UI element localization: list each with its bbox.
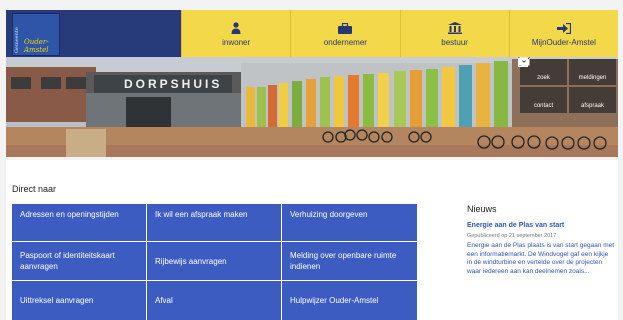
news-heading: Nieuws xyxy=(467,204,497,214)
news-item-title[interactable]: Energie aan de Plas van start xyxy=(467,222,564,229)
nav-label: bestuur xyxy=(441,38,468,47)
login-icon xyxy=(556,20,571,34)
direct-link[interactable]: Uittreksel aanvragen xyxy=(12,281,146,320)
quick-label: contact xyxy=(533,103,554,109)
direct-link[interactable]: Hulpwijzer Ouder-Amstel xyxy=(282,281,417,320)
direct-link[interactable]: Verhuizing doorgeven xyxy=(282,204,417,241)
direct-link[interactable]: Rijbewijs aanvragen xyxy=(147,242,281,280)
direct-links-grid: Adressen en openingstijden Ik wil een af… xyxy=(12,204,417,320)
quick-label: afspraak xyxy=(580,103,604,109)
news-item-body[interactable]: Energie aan de Plas plaats is van start … xyxy=(467,242,615,276)
direct-link[interactable]: Adressen en openingstijden xyxy=(12,204,146,241)
quick-meldingen[interactable]: meldingen xyxy=(518,57,616,85)
nav-item-mijnouder-amstel[interactable]: MijnOuder-Amstel xyxy=(508,10,618,57)
logo-text-line2: Amstel xyxy=(24,46,49,54)
briefcase-icon xyxy=(338,20,353,34)
site-header: Gemeente Ouder- Amstel inwoner onderneme… xyxy=(6,10,618,57)
quick-afspraak[interactable]: afspraak xyxy=(518,57,616,113)
quick-label: zoek xyxy=(537,75,550,81)
building-icon xyxy=(447,20,462,34)
direct-link[interactable]: Afval xyxy=(147,281,281,320)
nav-label: inwoner xyxy=(222,38,251,47)
direct-link[interactable]: Paspoort of identiteitskaart aanvragen xyxy=(12,242,146,280)
municipality-logo[interactable]: Gemeente Ouder- Amstel xyxy=(6,10,181,57)
quick-links: zoek meldingen contact afspraak xyxy=(518,57,618,115)
quick-contact[interactable]: contact xyxy=(518,57,567,113)
logo-text-line1: Ouder- xyxy=(24,38,49,46)
news-item-date: Gepubliceerd op 21 september 2017 xyxy=(467,233,557,239)
nav-label: ondernemer xyxy=(323,38,367,47)
building-sign: DORPSHUIS xyxy=(124,77,222,91)
nav-item-inwoner[interactable]: inwoner xyxy=(181,10,291,57)
nav-item-ondernemer[interactable]: ondernemer xyxy=(290,10,400,57)
logo-emblem: Gemeente Ouder- Amstel xyxy=(12,13,60,56)
logo-vertical-text: Gemeente xyxy=(14,27,20,53)
direct-link[interactable]: Ik wil een afspraak maken xyxy=(147,204,281,241)
nav-item-bestuur[interactable]: bestuur xyxy=(399,10,509,57)
main-navigation: inwoner ondernemer bestuur MijnOuder-Ams… xyxy=(181,10,618,57)
hero-image: DORPSHUIS zoek meldingen contact afspraa… xyxy=(6,57,618,157)
direct-heading: Direct naar xyxy=(12,184,57,194)
nav-label: MijnOuder-Amstel xyxy=(531,38,596,47)
person-icon xyxy=(231,20,241,34)
quick-label: meldingen xyxy=(578,75,607,81)
direct-link[interactable]: Melding over openbare ruimte indienen xyxy=(282,242,417,280)
